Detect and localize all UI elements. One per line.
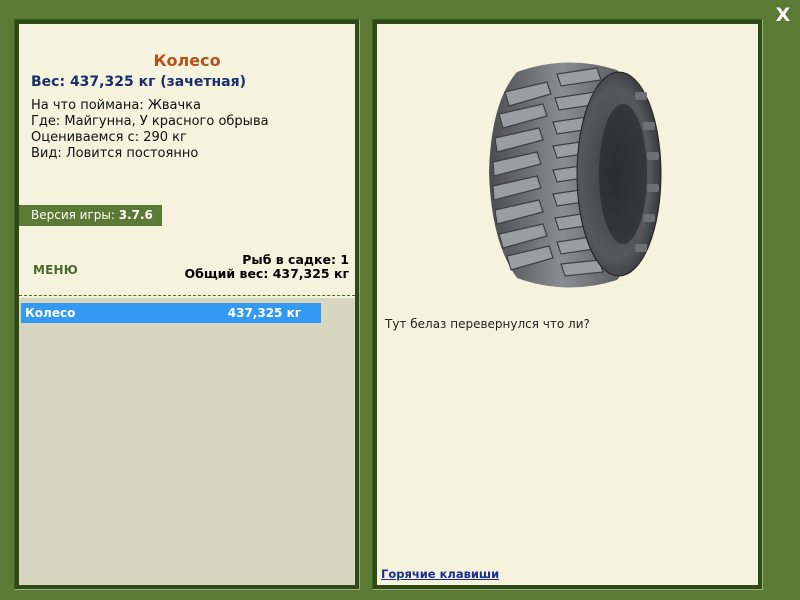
- fish-info-panel-inner: Колесо Вес: 437,325 кг (зачетная) На что…: [19, 24, 355, 585]
- fish-location: Где: Майгунна, У красного обрыва: [31, 114, 269, 129]
- list-item-weight: 437,325 кг: [227, 306, 301, 320]
- close-button[interactable]: X: [773, 4, 793, 26]
- fish-image-panel: Тут белаз перевернулся что ли? Горячие к…: [372, 19, 763, 590]
- dashed-divider: [19, 295, 355, 296]
- fish-rated-from: Оцениваемся с: 290 кг: [31, 130, 187, 145]
- keepnet-list: Колесо 437,325 кг: [19, 298, 355, 585]
- keepnet-stats: Рыб в садке: 1 Общий вес: 437,325 кг: [185, 253, 350, 281]
- fish-weight: Вес: 437,325 кг (зачетная): [31, 74, 246, 90]
- version-badge: Версия игры: 3.7.6: [19, 205, 162, 226]
- hotkeys-link[interactable]: Горячие клавиши: [381, 567, 499, 581]
- menu-button[interactable]: МЕНЮ: [33, 263, 78, 277]
- version-label: Версия игры:: [31, 208, 115, 222]
- list-item-name: Колесо: [25, 306, 76, 320]
- keepnet-total-weight: Общий вес: 437,325 кг: [184, 266, 350, 281]
- version-value: 3.7.6: [118, 208, 153, 222]
- fish-type: Вид: Ловится постоянно: [31, 146, 199, 161]
- tractor-tire-image: [489, 62, 662, 288]
- fish-image-panel-inner: Тут белаз перевернулся что ли? Горячие к…: [377, 24, 758, 585]
- keepnet-count: Рыб в садке: 1: [242, 252, 349, 267]
- fish-info-panel: Колесо Вес: 437,325 кг (зачетная) На что…: [14, 19, 360, 590]
- keepnet-list-item[interactable]: Колесо 437,325 кг: [21, 303, 321, 323]
- fish-bait: На что поймана: Жвачка: [31, 98, 201, 113]
- fish-name: Колесо: [153, 51, 221, 70]
- fish-description: Тут белаз перевернулся что ли?: [385, 317, 590, 331]
